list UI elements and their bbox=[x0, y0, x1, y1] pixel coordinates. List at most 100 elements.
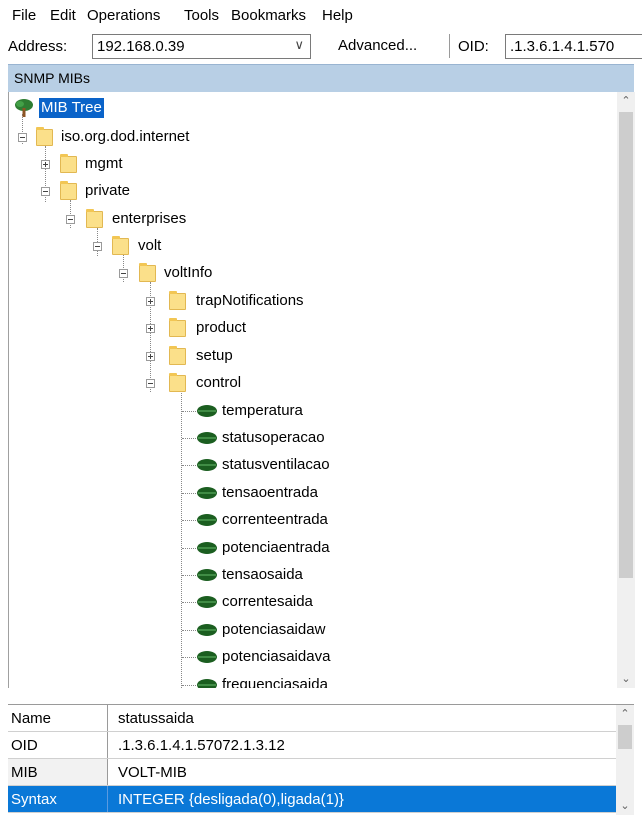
tree-line bbox=[182, 602, 196, 603]
collapse-icon[interactable] bbox=[41, 187, 50, 196]
leaf-icon bbox=[196, 650, 218, 664]
tree-line bbox=[182, 685, 196, 686]
properties-scrollbar[interactable]: ⌃ ⌄ bbox=[616, 705, 634, 815]
tree-leaf-label: statusventilacao bbox=[222, 456, 330, 473]
folder-icon bbox=[169, 346, 186, 365]
tree-node-setup-label: setup bbox=[196, 347, 233, 364]
property-name-cell: Syntax bbox=[8, 786, 108, 812]
expand-icon[interactable] bbox=[146, 324, 155, 333]
tree-leaf[interactable]: statusventilacao bbox=[9, 452, 409, 478]
mib-tree[interactable]: MIB Tree iso.org.dod.internet mgmt priva… bbox=[8, 92, 635, 688]
table-row-selected[interactable]: Syntax INTEGER {desligada(0),ligada(1)} bbox=[8, 786, 616, 813]
collapse-icon[interactable] bbox=[18, 133, 27, 142]
tree-node-mgmt-label: mgmt bbox=[85, 155, 123, 172]
menu-help[interactable]: Help bbox=[322, 7, 353, 25]
tree-node-product-label: product bbox=[196, 319, 247, 336]
tree-line bbox=[182, 630, 196, 631]
address-combobox[interactable]: 192.168.0.39 ∨ bbox=[92, 34, 311, 59]
table-row[interactable]: OID .1.3.6.1.4.1.57072.1.3.12 bbox=[8, 732, 616, 759]
menu-tools[interactable]: Tools bbox=[184, 7, 219, 25]
leaf-icon bbox=[196, 404, 218, 418]
menu-bookmarks[interactable]: Bookmarks bbox=[231, 7, 306, 25]
tree-line bbox=[182, 520, 196, 521]
oid-input[interactable]: .1.3.6.1.4.1.570 bbox=[505, 34, 642, 59]
panel-title: SNMP MIBs bbox=[8, 64, 634, 93]
tree-leaf-label: frequenciasaida bbox=[222, 676, 328, 688]
tree-node-setup[interactable]: setup bbox=[9, 343, 309, 369]
tree-leaf[interactable]: potenciasaidava bbox=[9, 644, 409, 670]
collapse-icon[interactable] bbox=[146, 379, 155, 388]
tree-leaf[interactable]: potenciaentrada bbox=[9, 535, 409, 561]
property-name: Name bbox=[11, 710, 52, 727]
tree-node-private[interactable]: private bbox=[9, 178, 309, 204]
scroll-thumb[interactable] bbox=[618, 725, 632, 749]
tree-leaf[interactable]: potenciasaidaw bbox=[9, 617, 409, 643]
tree-node-enterprises-label: enterprises bbox=[112, 210, 187, 227]
tree-node-voltinfo[interactable]: voltInfo bbox=[9, 260, 309, 286]
tree-node-voltinfo-label: voltInfo bbox=[164, 264, 213, 281]
tree-leaf[interactable]: correnteentrada bbox=[9, 507, 409, 533]
scroll-down-icon[interactable]: ⌄ bbox=[617, 670, 635, 688]
tree-node-product[interactable]: product bbox=[9, 315, 309, 341]
scroll-thumb[interactable] bbox=[619, 112, 633, 578]
tree-leaf-label: potenciaentrada bbox=[222, 539, 330, 556]
leaf-icon bbox=[196, 678, 218, 688]
tree-leaf[interactable]: correntesaida bbox=[9, 589, 409, 615]
tree-leaf[interactable]: tensaosaida bbox=[9, 562, 409, 588]
tree-leaf-label: temperatura bbox=[222, 402, 303, 419]
property-value: INTEGER {desligada(0),ligada(1)} bbox=[118, 791, 344, 808]
folder-icon bbox=[169, 318, 186, 337]
tree-node-root[interactable]: MIB Tree bbox=[11, 96, 311, 122]
menu-bar: File Edit Operations Tools Bookmarks Hel… bbox=[0, 0, 642, 30]
property-name-cell: Name bbox=[8, 705, 108, 731]
scroll-up-icon[interactable]: ⌃ bbox=[616, 705, 634, 723]
expand-icon[interactable] bbox=[146, 297, 155, 306]
tree-leaf[interactable]: tensaoentrada bbox=[9, 480, 409, 506]
collapse-icon[interactable] bbox=[93, 242, 102, 251]
tree-node-trapnotifications[interactable]: trapNotifications bbox=[9, 288, 409, 314]
oid-label: OID: bbox=[458, 38, 489, 55]
tree-node-volt[interactable]: volt bbox=[9, 233, 309, 259]
menu-edit[interactable]: Edit bbox=[50, 7, 76, 25]
chevron-down-icon[interactable]: ∨ bbox=[294, 37, 304, 53]
collapse-icon[interactable] bbox=[66, 215, 75, 224]
collapse-icon[interactable] bbox=[119, 269, 128, 278]
tree-node-enterprises[interactable]: enterprises bbox=[9, 206, 309, 232]
tree-scrollbar[interactable]: ⌃ ⌄ bbox=[617, 92, 635, 688]
tree-icon bbox=[13, 97, 35, 119]
advanced-button[interactable]: Advanced... bbox=[316, 34, 442, 57]
address-label: Address: bbox=[8, 38, 68, 55]
tree-leaf[interactable]: temperatura bbox=[9, 398, 409, 424]
tree-node-mgmt[interactable]: mgmt bbox=[9, 151, 309, 177]
property-value: VOLT-MIB bbox=[118, 764, 187, 781]
folder-icon bbox=[86, 209, 103, 228]
menu-operations[interactable]: Operations bbox=[87, 7, 160, 25]
tree-node-private-label: private bbox=[85, 182, 131, 199]
tree-leaf-label: potenciasaidaw bbox=[222, 621, 326, 638]
toolbar-separator bbox=[449, 34, 450, 58]
tree-node-volt-label: volt bbox=[138, 237, 162, 254]
tree-leaf-label: correnteentrada bbox=[222, 511, 328, 528]
folder-icon bbox=[60, 181, 77, 200]
tree-leaf[interactable]: statusoperacao bbox=[9, 425, 409, 451]
panel-title-label: SNMP MIBs bbox=[14, 70, 90, 86]
tree-node-control[interactable]: control bbox=[9, 370, 309, 396]
expand-icon[interactable] bbox=[41, 160, 50, 169]
tree-line bbox=[182, 438, 196, 439]
table-row[interactable]: Name statussaida bbox=[8, 705, 616, 732]
expand-icon[interactable] bbox=[146, 352, 155, 361]
tree-node-control-label: control bbox=[196, 374, 242, 391]
folder-icon bbox=[36, 127, 53, 146]
menu-file[interactable]: File bbox=[12, 7, 36, 25]
property-name-cell: OID bbox=[8, 732, 108, 758]
leaf-icon bbox=[196, 568, 218, 582]
property-name: OID bbox=[11, 737, 38, 754]
scroll-down-icon[interactable]: ⌄ bbox=[616, 797, 634, 815]
tree-leaf[interactable]: frequenciasaida bbox=[9, 672, 409, 688]
tree-line bbox=[182, 493, 196, 494]
tree-node-iso[interactable]: iso.org.dod.internet bbox=[9, 124, 409, 150]
table-row[interactable]: MIB VOLT-MIB bbox=[8, 759, 616, 786]
scroll-up-icon[interactable]: ⌃ bbox=[617, 92, 635, 110]
tree-line bbox=[182, 657, 196, 658]
advanced-label: Advanced... bbox=[338, 37, 418, 54]
